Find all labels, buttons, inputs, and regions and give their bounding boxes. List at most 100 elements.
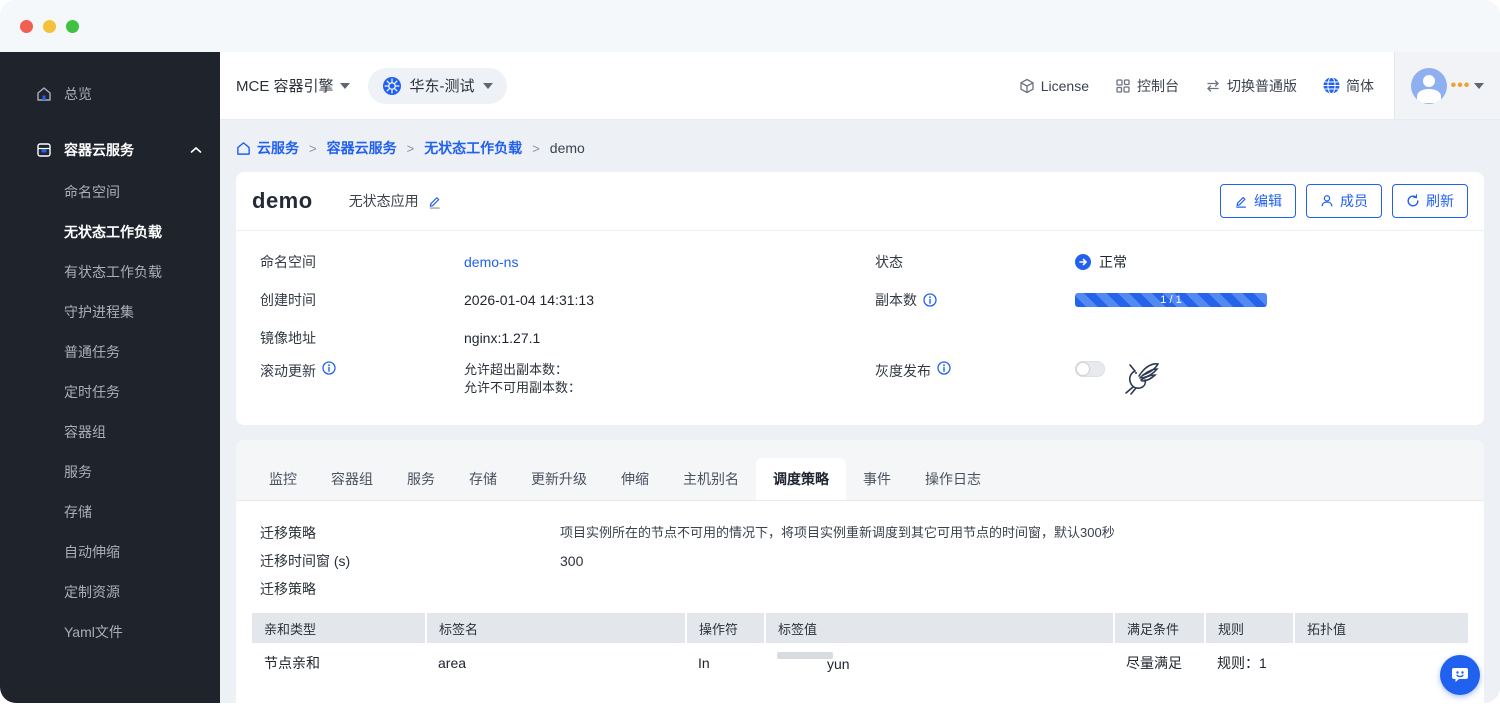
- chevron-up-icon: [190, 146, 202, 154]
- avatar: [1410, 67, 1447, 104]
- support-chat-button[interactable]: [1440, 655, 1480, 695]
- sidebar-item-stateless-workloads[interactable]: 无状态工作负载: [0, 212, 220, 252]
- info-icon[interactable]: [937, 361, 951, 375]
- refresh-button-label: 刷新: [1426, 193, 1454, 209]
- product-switcher[interactable]: MCE 容器引擎: [236, 75, 350, 96]
- created-label: 创建时间: [260, 292, 316, 308]
- migration-policy-label: 迁移策略: [260, 525, 316, 541]
- container-service-icon: [36, 142, 52, 158]
- breadcrumb-stateless-workloads[interactable]: 无状态工作负载: [424, 138, 522, 158]
- tab-operation-logs[interactable]: 操作日志: [908, 458, 998, 500]
- tab-events[interactable]: 事件: [846, 458, 908, 500]
- sidebar-item-storage[interactable]: 存储: [0, 492, 220, 532]
- edit-button[interactable]: 编辑: [1220, 184, 1296, 218]
- breadcrumb-separator: >: [309, 140, 317, 156]
- col-condition: 满足条件: [1114, 613, 1206, 643]
- language-switcher[interactable]: 简体: [1323, 76, 1374, 96]
- user-menu[interactable]: •••: [1394, 52, 1500, 119]
- license-label: License: [1040, 77, 1089, 94]
- info-icon[interactable]: [322, 361, 336, 375]
- sidebar-item-label: 自动伸缩: [64, 544, 120, 560]
- migration-window-value: 300: [560, 553, 584, 569]
- status-text: 正常: [1099, 254, 1127, 270]
- refresh-icon: [1406, 194, 1420, 208]
- members-button[interactable]: 成员: [1306, 184, 1382, 218]
- product-name: MCE 容器引擎: [236, 78, 334, 95]
- zoom-window-button[interactable]: [66, 19, 79, 33]
- col-affinity-type: 亲和类型: [252, 613, 427, 643]
- breadcrumb: 云服务 > 容器云服务 > 无状态工作负载 > demo: [236, 136, 1500, 160]
- status-arrow-icon: [1075, 254, 1091, 270]
- close-window-button[interactable]: [20, 19, 33, 33]
- label-value-text: yun: [827, 656, 850, 672]
- sidebar-item-label: 有状态工作负载: [64, 264, 162, 280]
- tab-storage[interactable]: 存储: [452, 458, 514, 500]
- max-surge-label: 允许超出副本数：: [464, 362, 569, 377]
- tab-monitoring[interactable]: 监控: [252, 458, 314, 500]
- home-icon: [36, 86, 52, 102]
- caret-down-icon: [482, 82, 493, 89]
- tab-services[interactable]: 服务: [390, 458, 452, 500]
- gray-release-toggle[interactable]: [1075, 361, 1105, 377]
- kubernetes-cluster-icon: [382, 76, 402, 96]
- col-topology-value: 拓扑值: [1294, 613, 1468, 643]
- sidebar-item-cronjobs[interactable]: 定时任务: [0, 372, 220, 412]
- tab-host-aliases[interactable]: 主机别名: [666, 458, 756, 500]
- sidebar-item-label: 容器组: [64, 424, 106, 440]
- sidebar-group-label: 容器云服务: [64, 142, 134, 158]
- tab-scheduling-policy[interactable]: 调度策略: [756, 458, 846, 500]
- replicas-count: 1 / 1: [1160, 294, 1182, 306]
- namespace-link[interactable]: demo-ns: [464, 254, 518, 270]
- sidebar-item-pods[interactable]: 容器组: [0, 412, 220, 452]
- cell-label-value: yun: [765, 643, 1114, 683]
- namespace-label: 命名空间: [260, 254, 316, 270]
- breadcrumb-label: 云服务: [257, 140, 299, 156]
- tab-upgrade[interactable]: 更新升级: [514, 458, 604, 500]
- window-controls: [20, 19, 79, 33]
- affinity-table: 亲和类型 标签名 操作符 标签值 满足条件 规则 拓扑值 节点亲和 area I…: [252, 613, 1468, 683]
- ellipsis-icon: •••: [1450, 76, 1471, 94]
- status-label: 状态: [875, 254, 903, 270]
- sidebar-item-stateful-workloads[interactable]: 有状态工作负载: [0, 252, 220, 292]
- sidebar-item-services[interactable]: 服务: [0, 452, 220, 492]
- caret-down-icon: [1474, 82, 1485, 89]
- sidebar-item-namespaces[interactable]: 命名空间: [0, 172, 220, 212]
- console-link[interactable]: 控制台: [1115, 76, 1179, 96]
- edit-pencil-icon[interactable]: [427, 194, 442, 209]
- migration-policy-section-label: 迁移策略: [260, 581, 316, 597]
- sidebar-item-overview[interactable]: 总览: [0, 72, 220, 116]
- rolling-update-values: 允许超出副本数： 允许不可用副本数：: [464, 361, 581, 397]
- rolling-update-label: 滚动更新: [260, 363, 316, 379]
- chat-smiley-icon: [1450, 665, 1470, 685]
- minimize-window-button[interactable]: [43, 19, 56, 33]
- replicas-label: 副本数: [875, 292, 917, 308]
- sidebar-group-container-cloud[interactable]: 容器云服务: [0, 128, 220, 172]
- breadcrumb-label: 无状态工作负载: [424, 140, 523, 156]
- breadcrumb-container-cloud[interactable]: 容器云服务: [327, 138, 397, 158]
- sidebar-item-custom-resources[interactable]: 定制资源: [0, 572, 220, 612]
- redaction-overlay: [777, 652, 833, 659]
- tab-scaling[interactable]: 伸缩: [604, 458, 666, 500]
- switch-edition-link[interactable]: 切换普通版: [1205, 76, 1297, 96]
- cell-rule: 规则：1: [1217, 655, 1267, 671]
- sidebar-item-autoscaling[interactable]: 自动伸缩: [0, 532, 220, 572]
- breadcrumb-separator: >: [406, 140, 415, 156]
- refresh-button[interactable]: 刷新: [1392, 184, 1468, 218]
- switch-edition-label: 切换普通版: [1227, 77, 1297, 94]
- cell-condition: 尽量满足: [1126, 655, 1182, 671]
- license-link[interactable]: License: [1019, 78, 1089, 94]
- main-area: MCE 容器引擎 华东-测试 License 控制台 切换普通版 简体 ••• …: [220, 52, 1500, 703]
- col-rule: 规则: [1205, 613, 1295, 643]
- sidebar-item-jobs[interactable]: 普通任务: [0, 332, 220, 372]
- console-label: 控制台: [1137, 77, 1179, 94]
- switch-arrows-icon: [1205, 78, 1221, 94]
- cell-affinity-type: 节点亲和: [264, 655, 320, 671]
- tab-pods[interactable]: 容器组: [314, 458, 390, 500]
- breadcrumb-current: demo: [549, 140, 585, 156]
- sidebar-item-daemonsets[interactable]: 守护进程集: [0, 292, 220, 332]
- info-icon[interactable]: [923, 293, 937, 307]
- breadcrumb-cloud-services[interactable]: 云服务: [236, 138, 299, 158]
- console-grid-icon: [1115, 78, 1131, 94]
- sidebar-item-yaml-files[interactable]: Yaml文件: [0, 612, 220, 652]
- cluster-selector[interactable]: 华东-测试: [367, 67, 507, 104]
